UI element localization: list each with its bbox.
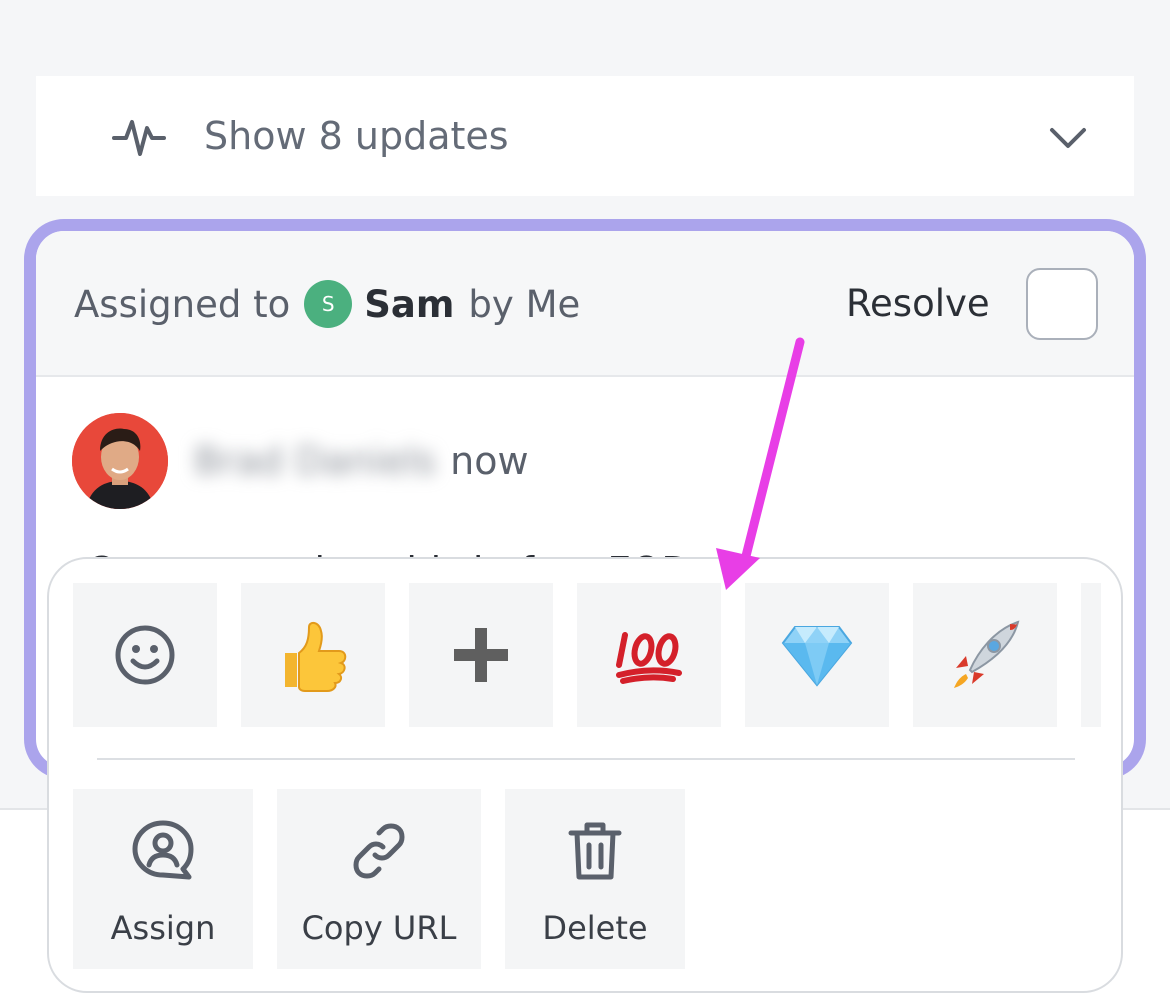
resolve-checkbox[interactable] bbox=[1026, 268, 1098, 340]
comment-author-row: Brad Daniels now bbox=[72, 413, 529, 509]
reaction-rocket[interactable] bbox=[913, 583, 1057, 727]
assign-label: Assign bbox=[110, 909, 216, 947]
assigned-by: by Me bbox=[468, 282, 581, 326]
comment-actions-popup: Assign Copy URL Delete bbox=[47, 557, 1123, 993]
plus-icon bbox=[454, 628, 508, 682]
copy-url-label: Copy URL bbox=[301, 909, 457, 947]
assign-button[interactable]: Assign bbox=[73, 789, 253, 969]
reaction-overflow[interactable] bbox=[1081, 583, 1101, 727]
card-header: Assigned to S Sam by Me Resolve bbox=[36, 231, 1134, 377]
assign-user-icon bbox=[132, 820, 194, 880]
assignee-avatar: S bbox=[304, 280, 353, 328]
chevron-down-icon[interactable] bbox=[1048, 120, 1088, 154]
resolve-label: Resolve bbox=[846, 282, 990, 325]
show-updates-bar[interactable]: Show 8 updates bbox=[36, 76, 1134, 196]
copy-url-button[interactable]: Copy URL bbox=[277, 789, 481, 969]
trash-icon bbox=[568, 822, 622, 880]
delete-label: Delete bbox=[542, 909, 648, 947]
rocket-icon bbox=[954, 620, 1020, 688]
smiley-icon bbox=[115, 625, 175, 685]
reaction-plus[interactable] bbox=[409, 583, 553, 727]
assigned-prefix: Assigned to bbox=[74, 282, 291, 326]
hundred-points-icon bbox=[616, 632, 682, 684]
assignee-name: Sam bbox=[364, 282, 455, 326]
avatar bbox=[72, 413, 168, 509]
reaction-gem[interactable] bbox=[745, 583, 889, 727]
thumbs-up-icon bbox=[285, 621, 347, 692]
comment-timestamp: now bbox=[450, 439, 529, 483]
show-updates-label: Show 8 updates bbox=[204, 114, 509, 158]
reaction-hundred[interactable] bbox=[577, 583, 721, 727]
popup-divider bbox=[97, 758, 1075, 760]
gem-icon bbox=[781, 626, 853, 687]
author-name: Brad Daniels bbox=[194, 439, 437, 483]
delete-button[interactable]: Delete bbox=[505, 789, 685, 969]
activity-icon bbox=[112, 120, 166, 156]
link-icon bbox=[353, 823, 405, 879]
add-reaction-button[interactable] bbox=[73, 583, 217, 727]
reaction-thumbs-up[interactable] bbox=[241, 583, 385, 727]
assignment-info: Assigned to S Sam by Me bbox=[74, 231, 580, 377]
